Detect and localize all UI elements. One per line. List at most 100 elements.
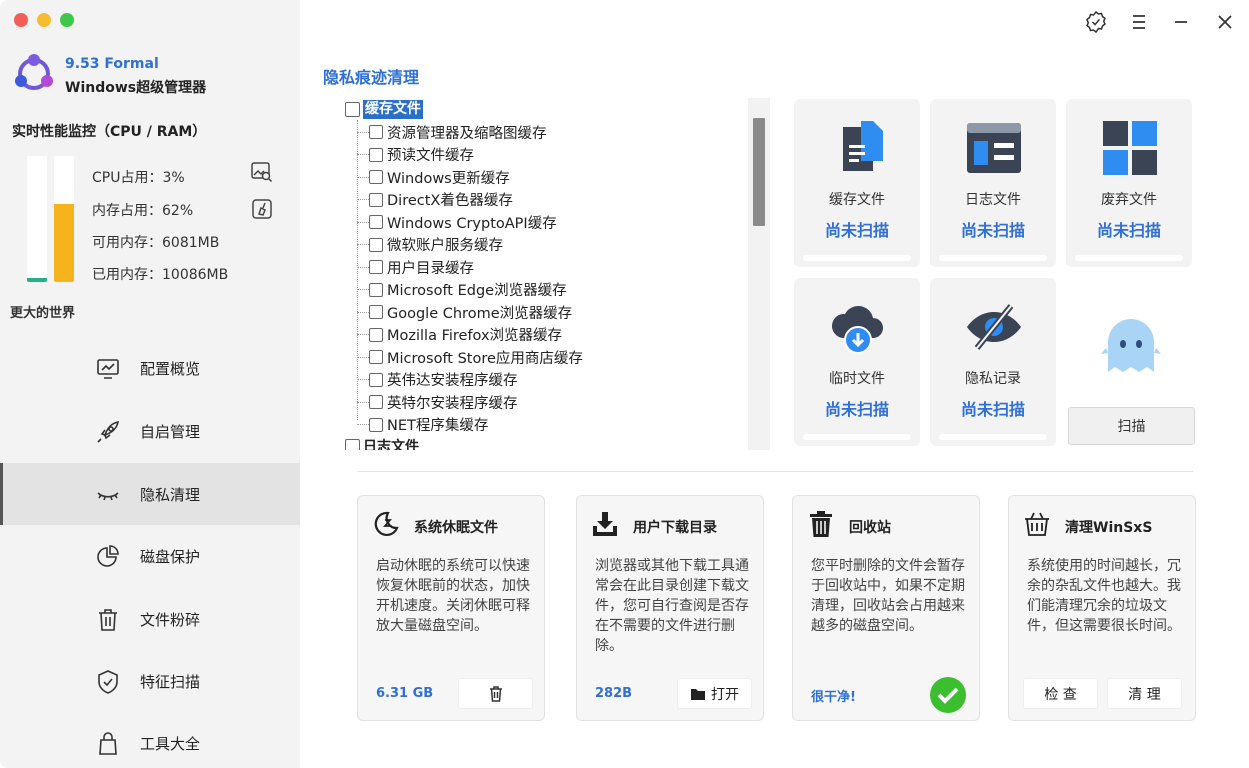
checkbox[interactable] [369, 282, 383, 297]
trash-icon [99, 609, 117, 631]
check-winsxs-button[interactable]: 检 查 [1023, 678, 1098, 709]
tree-item[interactable]: Windows CryptoAPI缓存 [357, 211, 557, 233]
nav-item-file-shredder[interactable]: 文件粉碎 [0, 588, 300, 650]
checkbox[interactable] [369, 305, 383, 319]
tree-connector [357, 131, 369, 133]
close-icon[interactable] [1213, 10, 1237, 34]
trash-icon [489, 685, 502, 702]
tile-label: 缓存文件 [829, 192, 885, 208]
checkbox[interactable] [345, 438, 360, 450]
tree-item-label: DirectX着色器缓存 [387, 193, 513, 209]
monitor-chart-icon [97, 359, 119, 379]
tree-item[interactable]: 预读文件缓存 [357, 144, 474, 166]
nav-item-feature-scan[interactable]: 特征扫描 [0, 650, 300, 712]
recycle-bin-icon [810, 511, 832, 537]
checkbox[interactable] [369, 372, 383, 387]
clean-winsxs-button[interactable]: 清 理 [1107, 678, 1182, 709]
tree-connector [357, 154, 369, 155]
memory-clean-icon[interactable] [250, 197, 274, 221]
image-search-icon[interactable] [250, 160, 274, 184]
tree-item[interactable]: Windows更新缓存 [357, 166, 510, 188]
window-controls [14, 13, 74, 27]
tile-privacy-records[interactable]: 隐私记录 尚未扫描 [930, 278, 1056, 446]
button-label: 打开 [711, 686, 739, 703]
tree-item[interactable]: 英伟达安装程序缓存 [357, 369, 518, 391]
tree-item-label: Microsoft Store应用商店缓存 [387, 350, 583, 367]
tile-progress [803, 434, 911, 440]
tree-group-label: 日志文件 [363, 439, 419, 450]
tree-scrollbar[interactable] [748, 98, 770, 450]
checkbox[interactable] [369, 327, 383, 342]
scan-button[interactable]: 扫描 [1068, 407, 1195, 445]
nav-label: 隐私清理 [140, 485, 201, 504]
basket-icon [1025, 512, 1049, 536]
tree-connector [357, 266, 369, 268]
tree-item[interactable]: Microsoft Store应用商店缓存 [357, 346, 583, 368]
tree-item[interactable]: DirectX着色器缓存 [357, 189, 513, 211]
checkbox[interactable] [369, 350, 383, 364]
tree-item-label: 用户目录缓存 [387, 260, 474, 277]
card-hibernation-file: 系统休眠文件 启动休眠的系统可以快速恢复休眠前的状态，加快开机速度。关闭休眠可释… [357, 495, 545, 721]
checkbox[interactable] [369, 147, 383, 162]
scrollbar-thumb[interactable] [753, 118, 765, 226]
maximize-window-dot[interactable] [60, 13, 74, 27]
nav-item-config-overview[interactable]: 配置概览 [0, 337, 300, 399]
tree-item[interactable]: 英特尔安装程序缓存 [357, 391, 518, 413]
checkbox[interactable] [369, 237, 383, 252]
nav-item-startup-manager[interactable]: 自启管理 [0, 400, 300, 462]
nav-item-privacy-clean[interactable]: 隐私清理 [0, 463, 300, 525]
cpu-usage-fill [27, 278, 47, 282]
tree-item-label: Microsoft Edge浏览器缓存 [387, 283, 567, 299]
tree-item[interactable]: NET程序集缓存 [357, 414, 488, 436]
tile-cache-files[interactable]: 缓存文件 尚未扫描 [794, 99, 920, 267]
tree-item-label: Google Chrome浏览器缓存 [387, 305, 573, 322]
tree-item[interactable]: 用户目录缓存 [357, 256, 474, 278]
ghost-mascot-icon [1101, 319, 1161, 372]
verified-badge-icon[interactable] [1084, 10, 1108, 34]
delete-hibernation-button[interactable] [458, 678, 533, 709]
minimize-icon[interactable] [1169, 10, 1193, 34]
tile-obsolete-files[interactable]: 废弃文件 尚未扫描 [1066, 99, 1192, 267]
checkbox[interactable] [369, 125, 383, 139]
tile-temp-files[interactable]: 临时文件 尚未扫描 [794, 278, 920, 446]
cpu-usage-text: CPU占用：3% [92, 170, 185, 186]
checkbox[interactable] [369, 215, 383, 229]
checkbox[interactable] [369, 192, 383, 207]
tree-item[interactable]: 微软账户服务缓存 [357, 234, 503, 256]
nav-label: 磁盘保护 [140, 547, 201, 566]
cpu-usage-bar [27, 156, 47, 282]
card-title: 清理WinSxS [1065, 520, 1153, 536]
log-window-icon [967, 123, 1021, 173]
check-circle-icon[interactable] [929, 676, 967, 714]
tree-item-label: 英伟达安装程序缓存 [387, 373, 518, 389]
tree-connector [357, 356, 369, 358]
download-tray-icon [593, 512, 617, 536]
checkbox[interactable] [369, 417, 383, 432]
checkbox[interactable] [369, 395, 383, 409]
checkbox[interactable] [369, 170, 383, 184]
card-title: 用户下载目录 [633, 520, 717, 536]
tree-connector [357, 334, 369, 335]
tree-item[interactable]: Microsoft Edge浏览器缓存 [357, 279, 567, 301]
minimize-window-dot[interactable] [37, 13, 51, 27]
tree-group-cache-files[interactable]: 缓存文件 [345, 100, 423, 119]
nav-item-toolbox[interactable]: 工具大全 [0, 712, 300, 768]
close-window-dot[interactable] [14, 13, 28, 27]
open-downloads-button[interactable]: 打开 [677, 678, 752, 709]
tile-log-files[interactable]: 日志文件 尚未扫描 [930, 99, 1056, 267]
tree-item[interactable]: 资源管理器及缩略图缓存 [357, 121, 547, 143]
tree-connector [357, 289, 369, 290]
memory-usage-bar [54, 156, 74, 282]
nav-item-disk-protect[interactable]: 磁盘保护 [0, 525, 300, 587]
tree-item[interactable]: Google Chrome浏览器缓存 [357, 301, 572, 323]
card-title: 回收站 [849, 520, 891, 536]
bag-icon [99, 732, 117, 755]
tree-item[interactable]: Mozilla Firefox浏览器缓存 [357, 324, 562, 346]
checkbox[interactable] [345, 102, 360, 117]
windows-grid-icon [1103, 121, 1157, 175]
tree-group-log-files[interactable]: 日志文件 [345, 436, 419, 450]
checkbox[interactable] [369, 260, 383, 274]
menu-icon[interactable] [1127, 10, 1151, 34]
tile-label: 隐私记录 [965, 371, 1021, 387]
sleep-icon [374, 511, 399, 537]
